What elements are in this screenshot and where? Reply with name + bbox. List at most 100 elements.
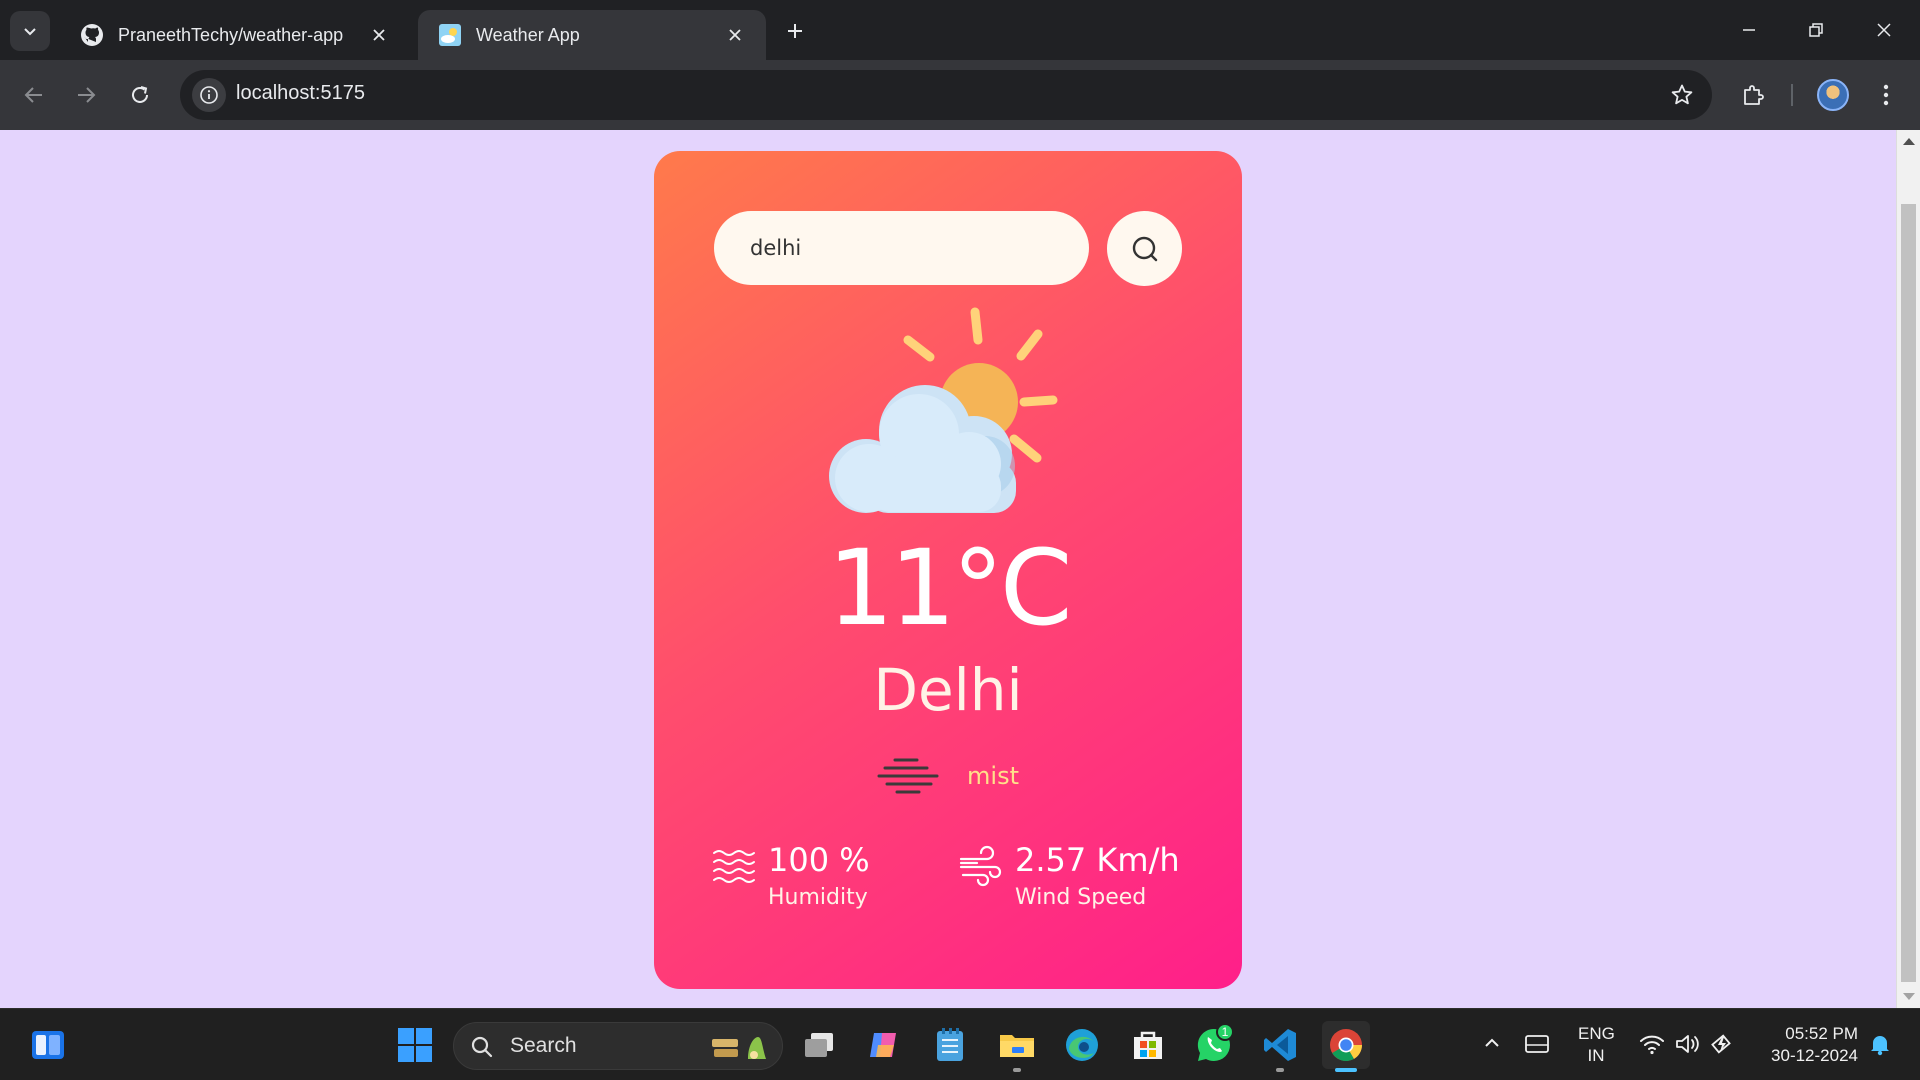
tab-weather-app[interactable]: Weather App	[418, 10, 766, 60]
browser-menu-button[interactable]	[1866, 75, 1906, 115]
running-indicator	[1013, 1068, 1021, 1072]
minimize-icon	[1743, 29, 1755, 31]
tab-github[interactable]: PraneethTechy/weather-app	[60, 10, 410, 60]
puzzle-icon	[1744, 85, 1764, 105]
weather-condition: mist	[654, 754, 1242, 798]
humidity-label: Humidity	[768, 885, 868, 911]
touch-keyboard-button[interactable]	[1522, 1029, 1552, 1059]
close-window-button[interactable]	[1862, 10, 1906, 50]
info-icon	[200, 86, 218, 104]
chevron-up-icon	[1485, 1038, 1499, 1047]
clock-time: 05:52 PM	[1785, 1024, 1858, 1043]
file-explorer-button[interactable]	[993, 1021, 1041, 1072]
clock-date: 30-12-2024	[1771, 1046, 1858, 1065]
extensions-button[interactable]	[1733, 75, 1773, 115]
city-name: Delhi	[873, 656, 1023, 724]
scroll-down-arrow[interactable]	[1903, 993, 1915, 1000]
wind-icon	[959, 845, 1002, 887]
new-tab-button[interactable]	[780, 16, 810, 46]
restore-button[interactable]	[1794, 10, 1838, 50]
address-bar[interactable]: localhost:5175	[180, 70, 1712, 120]
notifications-button[interactable]	[1865, 1029, 1895, 1059]
humidity-detail: 100 % Humidity	[712, 841, 870, 910]
active-indicator	[1335, 1068, 1357, 1072]
city-search-input[interactable]	[714, 211, 1089, 285]
tab-title: PraneethTechy/weather-app	[118, 24, 344, 45]
humidity-value: 100 %	[768, 841, 870, 879]
battery-charging-icon	[1711, 1034, 1731, 1054]
reload-icon	[132, 86, 148, 103]
edge-icon	[1066, 1029, 1098, 1061]
tab-search-button[interactable]	[10, 11, 50, 51]
bell-icon	[1871, 1036, 1889, 1056]
temperature-value: 11°C	[827, 527, 1073, 649]
system-clock[interactable]: 05:52 PM 30-12-2024	[1760, 1023, 1858, 1067]
back-button[interactable]	[14, 75, 54, 115]
vscode-button[interactable]	[1256, 1021, 1304, 1072]
volume-icon	[1676, 1035, 1699, 1053]
chrome-button[interactable]	[1322, 1021, 1370, 1072]
taskbar-search[interactable]: Search	[453, 1022, 783, 1070]
task-view-button[interactable]	[795, 1021, 843, 1069]
copilot-button[interactable]	[860, 1021, 908, 1069]
edge-button[interactable]	[1058, 1021, 1106, 1069]
volume-status[interactable]	[1673, 1029, 1703, 1059]
widgets-button[interactable]	[24, 1021, 72, 1069]
close-icon	[1877, 23, 1891, 37]
star-icon	[1671, 84, 1693, 105]
more-vertical-icon	[1883, 84, 1889, 106]
widgets-icon	[32, 1031, 64, 1059]
restore-icon	[1809, 23, 1823, 37]
toolbar-divider	[1791, 84, 1793, 106]
weather-card: 11°C Delhi mist	[654, 151, 1242, 989]
search-button[interactable]	[1107, 211, 1182, 286]
url-text[interactable]: localhost:5175	[236, 82, 365, 105]
notepad-button[interactable]	[926, 1021, 974, 1069]
condition-text: mist	[967, 762, 1019, 790]
keyboard-icon	[1525, 1035, 1549, 1053]
wifi-icon	[1640, 1035, 1664, 1055]
search-icon	[1132, 236, 1157, 261]
avatar	[1817, 79, 1849, 111]
scroll-up-arrow[interactable]	[1903, 138, 1915, 145]
folder-icon	[1000, 1035, 1034, 1057]
chevron-down-icon	[24, 28, 36, 36]
tab-title: Weather App	[476, 24, 580, 45]
taskbar-search-label: Search	[510, 1034, 577, 1057]
copilot-icon	[870, 1033, 896, 1057]
battery-status[interactable]	[1709, 1029, 1739, 1059]
arrow-right-icon	[78, 87, 96, 103]
wifi-status[interactable]	[1637, 1029, 1667, 1059]
scroll-thumb[interactable]	[1901, 204, 1916, 982]
store-icon	[1134, 1031, 1162, 1059]
wind-speed-label: Wind Speed	[1015, 885, 1147, 911]
weather-favicon	[439, 24, 461, 46]
search-icon	[471, 1036, 493, 1058]
github-icon	[81, 24, 103, 46]
search-highlight-icon	[712, 1037, 766, 1059]
start-button[interactable]	[391, 1021, 439, 1069]
windows-logo-icon	[398, 1028, 432, 1062]
wind-speed-value: 2.57 Km/h	[1015, 841, 1180, 879]
minimize-button[interactable]	[1727, 10, 1771, 50]
page-viewport: 11°C Delhi mist	[0, 130, 1920, 1008]
mist-icon	[877, 758, 939, 794]
close-tab-icon[interactable]	[724, 24, 746, 46]
site-info-button[interactable]	[192, 78, 226, 112]
show-hidden-icons-button[interactable]	[1480, 1031, 1504, 1055]
forward-button[interactable]	[66, 75, 106, 115]
whatsapp-button[interactable]: 1	[1190, 1021, 1238, 1069]
vscode-icon	[1264, 1029, 1296, 1061]
page-scrollbar[interactable]	[1896, 130, 1920, 1008]
humidity-icon	[713, 850, 755, 883]
taskbar: Search 1 ENG IN 05:52 PM 30-12-2024	[0, 1008, 1920, 1080]
running-indicator	[1276, 1068, 1284, 1072]
reload-button[interactable]	[120, 75, 160, 115]
notification-badge: 1	[1216, 1023, 1234, 1041]
close-tab-icon[interactable]	[368, 24, 390, 46]
bookmark-button[interactable]	[1666, 79, 1698, 111]
input-language-indicator[interactable]: ENG IN	[1578, 1023, 1615, 1067]
store-button[interactable]	[1124, 1021, 1172, 1069]
chrome-icon	[1330, 1029, 1362, 1062]
profile-button[interactable]	[1813, 75, 1853, 115]
